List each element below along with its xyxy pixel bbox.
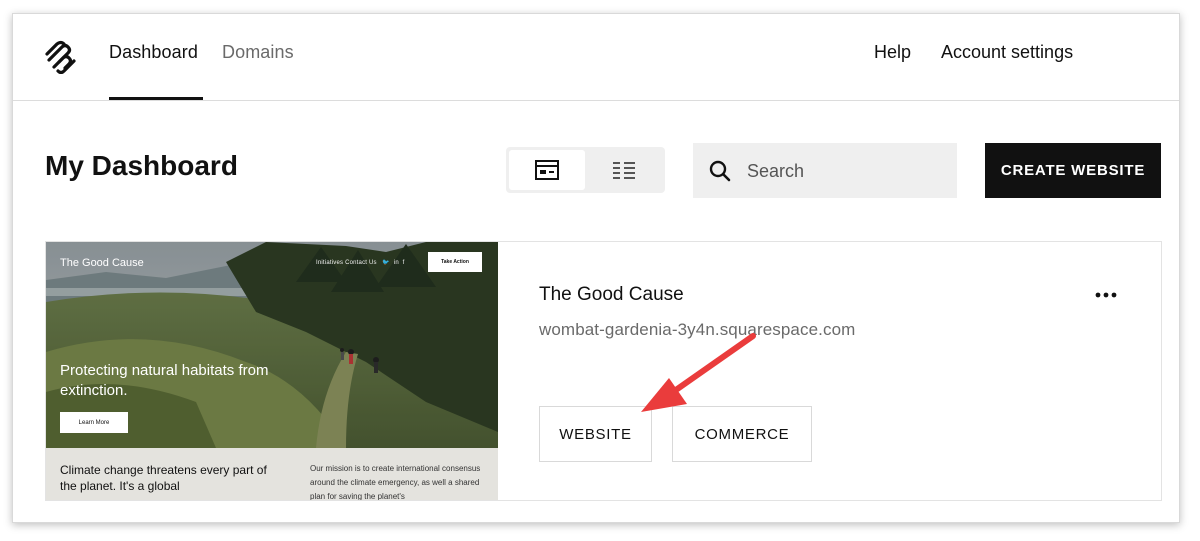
preview-take-action: Take Action bbox=[428, 252, 482, 272]
preview-mission-text: Our mission is to create international c… bbox=[310, 464, 481, 500]
site-title[interactable]: The Good Cause bbox=[539, 284, 684, 306]
active-tab-indicator bbox=[109, 97, 203, 100]
preview-facebook-icon: f bbox=[400, 260, 405, 266]
tab-dashboard[interactable]: Dashboard bbox=[109, 42, 198, 63]
preview-learn-more: Learn More bbox=[60, 412, 128, 433]
preview-headline: Protecting natural habitats from extinct… bbox=[60, 362, 269, 399]
grid-view-button[interactable] bbox=[509, 150, 585, 190]
app-window: Dashboard Domains Help Account settings … bbox=[12, 13, 1180, 523]
view-toggle bbox=[506, 147, 665, 193]
grid-view-icon bbox=[535, 160, 559, 180]
preview-body-text: Climate change threatens every part of t… bbox=[60, 463, 267, 493]
page-title: My Dashboard bbox=[45, 150, 238, 181]
commerce-tag-button[interactable]: COMMERCE bbox=[672, 406, 812, 462]
preview-nav-links: Initiatives Contact Us 🐦 in f bbox=[316, 259, 404, 266]
list-view-icon bbox=[613, 162, 635, 179]
squarespace-logo-icon[interactable] bbox=[43, 40, 79, 74]
preview-site-name: The Good Cause bbox=[60, 257, 144, 269]
list-view-button[interactable] bbox=[586, 150, 662, 190]
site-preview[interactable]: The Good Cause Initiatives Contact Us 🐦 … bbox=[46, 242, 498, 500]
preview-text-section: Climate change threatens every part of t… bbox=[46, 448, 498, 500]
preview-linkedin-icon: in bbox=[391, 260, 399, 266]
top-nav: Dashboard Domains Help Account settings bbox=[13, 14, 1179, 101]
search-box bbox=[693, 143, 957, 200]
preview-links-text: Initiatives Contact Us bbox=[316, 260, 377, 266]
site-card[interactable]: The Good Cause Initiatives Contact Us 🐦 … bbox=[45, 241, 1162, 501]
account-settings-link[interactable]: Account settings bbox=[941, 42, 1073, 63]
search-icon bbox=[709, 160, 731, 182]
create-website-button[interactable]: CREATE WEBSITE bbox=[985, 143, 1161, 198]
more-options-icon[interactable] bbox=[1086, 284, 1126, 306]
tab-domains[interactable]: Domains bbox=[222, 42, 294, 63]
preview-twitter-icon: 🐦 bbox=[378, 260, 391, 266]
site-url[interactable]: wombat-gardenia-3y4n.squarespace.com bbox=[539, 320, 855, 340]
search-input[interactable] bbox=[745, 143, 949, 200]
website-tag-button[interactable]: WEBSITE bbox=[539, 406, 652, 462]
help-link[interactable]: Help bbox=[874, 42, 911, 63]
